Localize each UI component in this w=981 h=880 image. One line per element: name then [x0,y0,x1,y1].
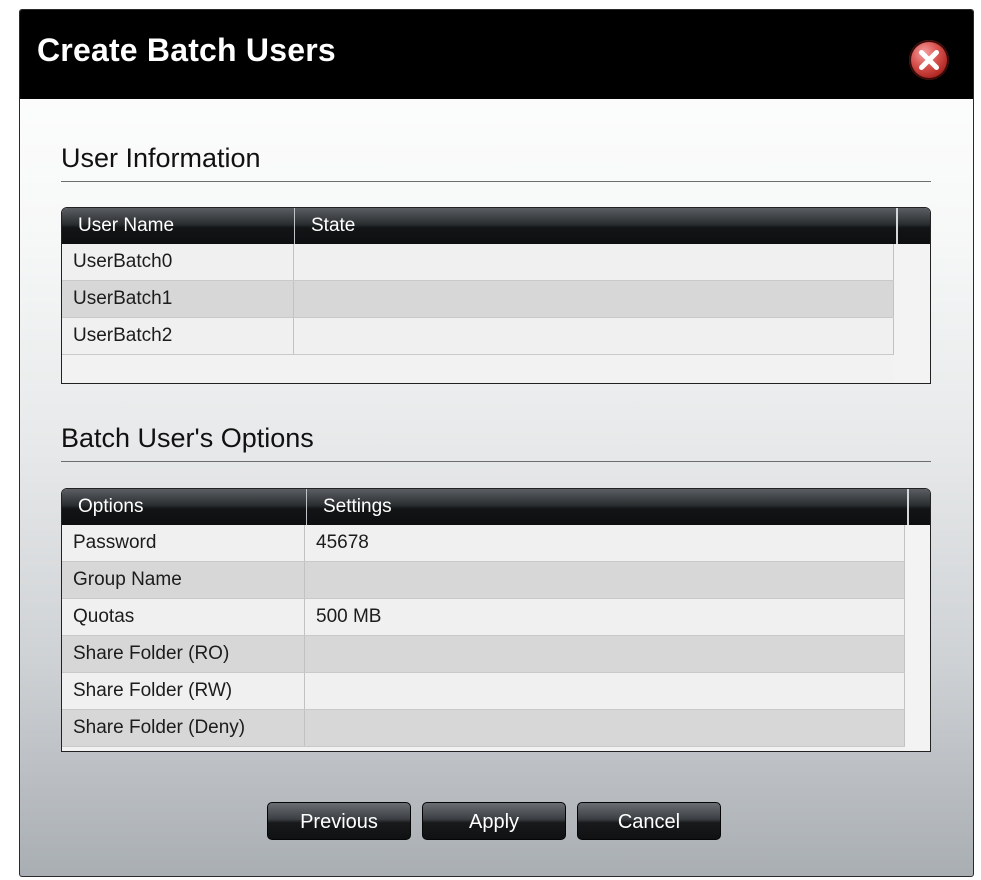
setting-cell [305,636,905,672]
table-header: User Name State [62,208,930,244]
close-icon [919,50,939,70]
table-row[interactable]: UserBatch2 [62,318,894,355]
setting-cell: 45678 [305,525,905,561]
dialog-title: Create Batch Users [37,32,336,68]
section-divider [61,181,931,182]
option-cell: Share Folder (RW) [62,673,305,709]
create-batch-users-dialog: Create Batch Users User Information User… [19,9,974,877]
option-cell: Group Name [62,562,305,598]
setting-cell [305,562,905,598]
state-cell [294,281,894,317]
user-name-cell: UserBatch1 [62,281,294,317]
batch-options-table: Options Settings Password 45678 Group Na… [61,488,931,752]
column-header-options[interactable]: Options [62,489,307,525]
column-header-settings[interactable]: Settings [307,489,909,525]
option-cell: Password [62,525,305,561]
table-row[interactable]: Password 45678 [62,525,905,562]
table-row[interactable]: Share Folder (RO) [62,636,905,673]
cancel-button[interactable]: Cancel [577,802,721,840]
table-row[interactable]: UserBatch1 [62,281,894,318]
table-row[interactable]: Share Folder (RW) [62,673,905,710]
table-header: Options Settings [62,489,930,525]
user-name-cell: UserBatch0 [62,244,294,280]
user-information-table: User Name State UserBatch0 UserBatch1 Us… [61,207,931,384]
option-cell: Quotas [62,599,305,635]
table-row[interactable]: Share Folder (Deny) [62,710,905,747]
user-information-heading: User Information [61,143,261,173]
section-divider [61,461,931,462]
column-header-user-name[interactable]: User Name [62,208,295,244]
state-cell [294,244,894,280]
column-header-state[interactable]: State [295,208,898,244]
batch-options-heading: Batch User's Options [61,423,314,453]
option-cell: Share Folder (Deny) [62,710,305,746]
table-row[interactable]: Group Name [62,562,905,599]
setting-cell: 500 MB [305,599,905,635]
close-button[interactable] [909,40,949,80]
setting-cell [305,673,905,709]
table-row[interactable]: Quotas 500 MB [62,599,905,636]
apply-button[interactable]: Apply [422,802,566,840]
option-cell: Share Folder (RO) [62,636,305,672]
table-scrollbar-area [905,525,930,751]
table-body: UserBatch0 UserBatch1 UserBatch2 [62,244,894,355]
table-scrollbar-area [894,244,930,383]
previous-button[interactable]: Previous [267,802,411,840]
user-name-cell: UserBatch2 [62,318,294,354]
table-row[interactable]: UserBatch0 [62,244,894,281]
dialog-titlebar: Create Batch Users [20,10,973,99]
state-cell [294,318,894,354]
setting-cell [305,710,905,746]
table-body: Password 45678 Group Name Quotas 500 MB … [62,525,905,747]
